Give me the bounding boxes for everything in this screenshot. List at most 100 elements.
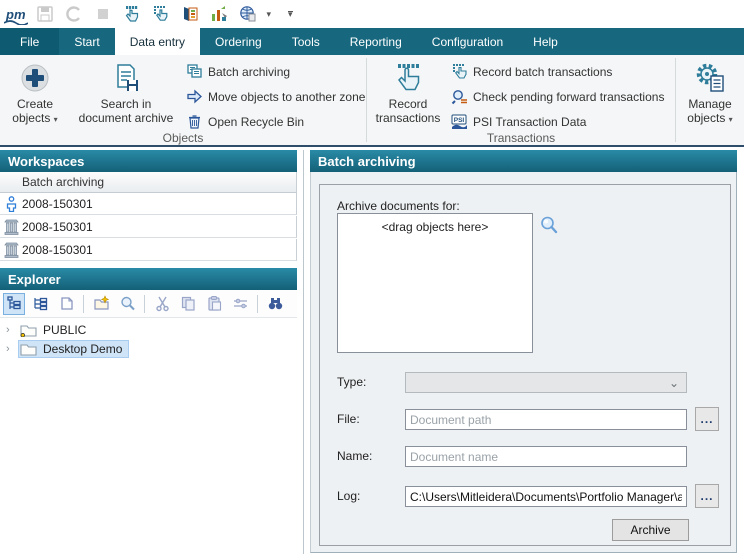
dropdown-arrow-icon: ▾ bbox=[729, 115, 733, 124]
name-input[interactable] bbox=[405, 446, 687, 467]
move-objects-button[interactable]: Move objects to another zone bbox=[186, 87, 365, 106]
workspaces-column-header[interactable]: Batch archiving bbox=[0, 172, 297, 193]
batch-archiving-label: Batch archiving bbox=[208, 65, 290, 79]
tab-reporting[interactable]: Reporting bbox=[335, 28, 417, 55]
binoculars-icon[interactable] bbox=[264, 293, 286, 315]
tab-ordering[interactable]: Ordering bbox=[200, 28, 277, 55]
batch-copy-icon bbox=[186, 63, 203, 80]
explorer-toolbar bbox=[0, 290, 297, 318]
stop-icon[interactable] bbox=[93, 4, 113, 24]
new-folder-icon[interactable] bbox=[90, 293, 112, 315]
record-transactions-label: Record transactions bbox=[373, 97, 443, 125]
tree-view-icon[interactable] bbox=[3, 293, 25, 315]
log-browse-button[interactable]: ... bbox=[695, 484, 719, 508]
manage-objects-button[interactable]: Manage objects ▾ bbox=[678, 59, 742, 130]
file-input[interactable] bbox=[405, 409, 687, 430]
paste-icon[interactable] bbox=[203, 293, 225, 315]
search-icon[interactable] bbox=[116, 293, 138, 315]
tree-item-public[interactable]: › PUBLIC bbox=[0, 320, 297, 339]
record-transactions-button[interactable]: Record transactions bbox=[367, 59, 449, 128]
report-document-icon[interactable] bbox=[180, 4, 200, 24]
filter-icon[interactable] bbox=[229, 293, 251, 315]
file-browse-button[interactable]: ... bbox=[695, 407, 719, 431]
chart-icon[interactable] bbox=[209, 4, 229, 24]
tab-start[interactable]: Start bbox=[59, 28, 114, 55]
log-label: Log: bbox=[337, 489, 360, 503]
chevron-down-icon: ⌄ bbox=[669, 379, 679, 387]
qat-dropdown-arrow-icon[interactable]: ▾ bbox=[267, 9, 272, 20]
file-label: File: bbox=[337, 412, 360, 426]
workspace-row[interactable]: 2008-150301 bbox=[0, 239, 297, 261]
archive-button[interactable]: Archive bbox=[612, 519, 689, 541]
workspaces-title: Workspaces bbox=[8, 154, 84, 169]
create-objects-button[interactable]: Create objects ▾ bbox=[0, 59, 70, 130]
ribbon-options-icon[interactable]: ▾ bbox=[288, 11, 293, 17]
record-batch-transactions-button[interactable]: Record batch transactions bbox=[451, 62, 664, 81]
toolbar-separator bbox=[257, 295, 258, 313]
batch-archiving-groupbox: Archive documents for: <drag objects her… bbox=[319, 184, 731, 546]
log-input[interactable] bbox=[405, 486, 687, 507]
workspaces-panel-header: Workspaces bbox=[0, 150, 297, 172]
tab-tools[interactable]: Tools bbox=[277, 28, 335, 55]
check-pending-forward-label: Check pending forward transactions bbox=[473, 90, 664, 104]
check-pending-forward-button[interactable]: Check pending forward transactions bbox=[451, 87, 664, 106]
open-recycle-bin-button[interactable]: Open Recycle Bin bbox=[186, 112, 365, 131]
record-transactions-icon[interactable] bbox=[122, 4, 142, 24]
workspace-row-label: 2008-150301 bbox=[22, 197, 93, 211]
search-objects-icon[interactable] bbox=[539, 215, 559, 235]
archive-documents-for-label: Archive documents for: bbox=[337, 199, 460, 213]
logo-wave-icon bbox=[4, 19, 28, 25]
workspace-row-label: 2008-150301 bbox=[22, 243, 93, 257]
type-label: Type: bbox=[337, 375, 366, 389]
tab-help[interactable]: Help bbox=[518, 28, 573, 55]
page-icon[interactable] bbox=[55, 293, 77, 315]
move-objects-label: Move objects to another zone bbox=[208, 90, 365, 104]
tab-configuration[interactable]: Configuration bbox=[417, 28, 518, 55]
save-icon[interactable] bbox=[35, 4, 55, 24]
toolbar-separator bbox=[144, 295, 145, 313]
quick-access-toolbar: pm ▾ ▾ bbox=[0, 0, 744, 28]
dropdown-arrow-icon: ▾ bbox=[54, 115, 58, 124]
tree-list-icon[interactable] bbox=[29, 293, 51, 315]
svg-text:PSI: PSI bbox=[454, 117, 465, 124]
folder-icon bbox=[20, 342, 37, 356]
tab-file[interactable]: File bbox=[0, 28, 59, 55]
gear-list-icon bbox=[694, 62, 726, 94]
psi-transaction-data-button[interactable]: PSI PSI Transaction Data bbox=[451, 112, 664, 131]
drop-target-list[interactable]: <drag objects here> bbox=[337, 213, 533, 353]
workspace-row-label: 2008-150301 bbox=[22, 220, 93, 234]
psi-transaction-data-label: PSI Transaction Data bbox=[473, 115, 586, 129]
expander-icon[interactable]: › bbox=[6, 324, 16, 336]
panel-splitter[interactable] bbox=[303, 150, 304, 554]
create-objects-label: Create objects bbox=[12, 97, 53, 125]
tree-item-label: PUBLIC bbox=[40, 323, 89, 337]
batch-archiving-title: Batch archiving bbox=[318, 154, 416, 169]
workspace-row[interactable]: 2008-150301 bbox=[0, 216, 297, 238]
ribbon-group-transactions: Record transactions Record batch transac… bbox=[367, 55, 675, 145]
search-document-archive-button[interactable]: Search in document archive bbox=[70, 59, 182, 128]
arrow-right-icon bbox=[186, 88, 203, 105]
tab-data-entry[interactable]: Data entry bbox=[115, 28, 200, 55]
cut-icon[interactable] bbox=[151, 293, 173, 315]
copy-icon[interactable] bbox=[177, 293, 199, 315]
batch-archiving-panel-header: Batch archiving bbox=[310, 150, 737, 172]
record-batch-transactions-icon[interactable] bbox=[151, 4, 171, 24]
globe-document-icon[interactable] bbox=[238, 4, 258, 24]
ribbon: Create objects ▾ Search in document arch… bbox=[0, 55, 744, 147]
tree-item-label: Desktop Demo bbox=[40, 342, 125, 356]
tree-item-desktop-demo[interactable]: › Desktop Demo bbox=[0, 339, 297, 358]
drop-hint-text: <drag objects here> bbox=[382, 220, 489, 234]
type-dropdown[interactable]: ⌄ bbox=[405, 372, 687, 393]
document-archive-search-icon bbox=[110, 62, 142, 94]
batch-archiving-button[interactable]: Batch archiving bbox=[186, 62, 365, 81]
psi-icon: PSI bbox=[451, 113, 468, 130]
expander-icon[interactable]: › bbox=[6, 343, 16, 355]
workspaces-column-header-label: Batch archiving bbox=[22, 175, 104, 189]
workspace-row[interactable]: 2008-150301 bbox=[0, 193, 297, 215]
ribbon-group-manage: Manage objects ▾ bbox=[676, 55, 744, 145]
name-label: Name: bbox=[337, 449, 372, 463]
explorer-title: Explorer bbox=[8, 272, 61, 287]
search-document-archive-label: Search in document archive bbox=[76, 97, 176, 125]
app-logo: pm bbox=[6, 8, 26, 21]
refresh-icon[interactable] bbox=[64, 4, 84, 24]
